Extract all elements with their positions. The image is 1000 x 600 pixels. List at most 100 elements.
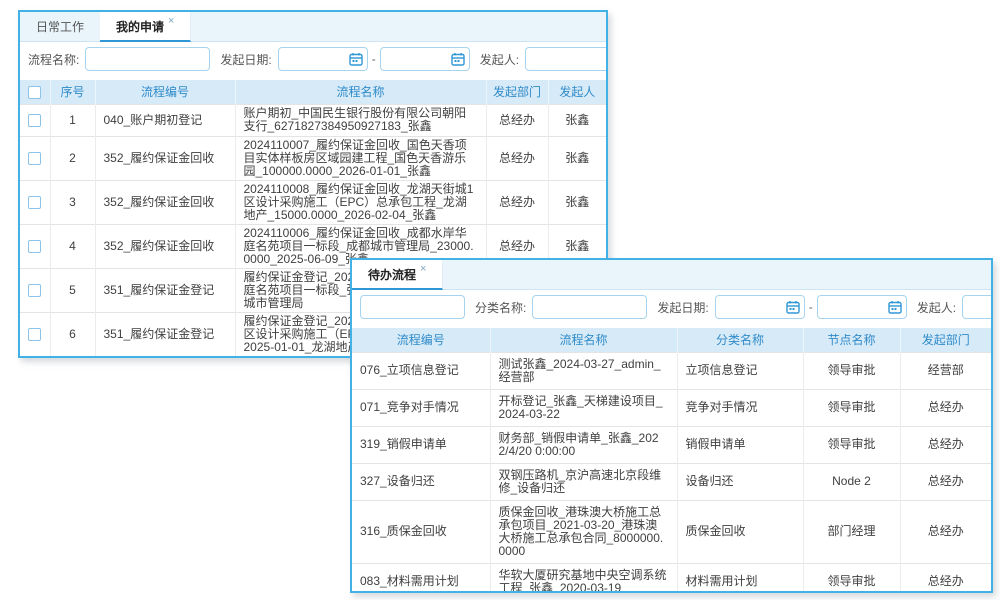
table-row[interactable]: 076_立项信息登记测试张鑫_2024-03-27_admin_经营部立项信息登… <box>352 352 991 389</box>
table-row[interactable]: 071_竞争对手情况开标登记_张鑫_天梯建设项目_2024-03-22竞争对手情… <box>352 389 991 426</box>
cell-node: Node 2 <box>803 463 900 500</box>
cell-seq: 5 <box>50 268 95 312</box>
table-row[interactable]: 316_质保金回收质保金回收_港珠澳大桥施工总承包项目_2021-03-20_港… <box>352 500 991 563</box>
cell-dept: 总经办 <box>486 180 548 224</box>
cell-dept: 总经办 <box>486 136 548 180</box>
initiator-label: 发起人: <box>480 51 519 68</box>
tab-daily-work-label: 日常工作 <box>36 18 84 35</box>
process-name-input[interactable] <box>85 47 210 71</box>
cell-code: 083_材料需用计划 <box>352 563 490 593</box>
panel1-tabbar: 日常工作 我的申请 × <box>20 12 606 42</box>
initiator-label: 发起人: <box>917 299 956 316</box>
column-header: 发起部门 <box>486 80 548 104</box>
cell-code: 327_设备归还 <box>352 463 490 500</box>
column-header: 分类名称 <box>677 328 803 352</box>
cell-code: 319_销假申请单 <box>352 426 490 463</box>
column-header: 发起部门 <box>900 328 991 352</box>
table-header-row: 序号流程编号流程名称发起部门发起人 <box>20 80 606 104</box>
cell-code: 351_履约保证金登记 <box>95 356 235 358</box>
column-header: 节点名称 <box>803 328 900 352</box>
panel2-tabbar: 待办流程 × <box>352 260 991 290</box>
close-icon[interactable]: × <box>168 15 174 27</box>
cell-name: 财务部_销假申请单_张鑫_2022/4/20 0:00:00 <box>490 426 677 463</box>
row-checkbox[interactable] <box>28 240 41 253</box>
cell-person: 张鑫 <box>548 104 606 136</box>
cell-code: 351_履约保证金登记 <box>95 312 235 356</box>
tab-my-applications-label: 我的申请 <box>116 18 164 35</box>
cell-category: 销假申请单 <box>677 426 803 463</box>
row-checkbox[interactable] <box>28 328 41 341</box>
column-header: 流程名称 <box>490 328 677 352</box>
tab-daily-work[interactable]: 日常工作 <box>20 12 100 41</box>
cell-node: 领导审批 <box>803 563 900 593</box>
cell-dept: 总经办 <box>900 500 991 563</box>
cell-seq: 3 <box>50 180 95 224</box>
row-checkbox[interactable] <box>28 152 41 165</box>
cell-node: 部门经理 <box>803 500 900 563</box>
cell-category: 立项信息登记 <box>677 352 803 389</box>
column-header: 流程名称 <box>235 80 486 104</box>
cell-seq: 6 <box>50 312 95 356</box>
cell-name: 账户期初_中国民生银行股份有限公司朝阳支行_627182738495092718… <box>235 104 486 136</box>
tab-my-applications[interactable]: 我的申请 × <box>100 12 191 42</box>
cell-person: 张鑫 <box>548 136 606 180</box>
cell-name: 2024110008_履约保证金回收_龙湖天街城1区设计采购施工（EPC）总承包… <box>235 180 486 224</box>
cell-category: 竞争对手情况 <box>677 389 803 426</box>
table-row[interactable]: 3352_履约保证金回收2024110008_履约保证金回收_龙湖天街城1区设计… <box>20 180 606 224</box>
cell-category: 设备归还 <box>677 463 803 500</box>
cell-dept: 总经办 <box>900 389 991 426</box>
row-checkbox[interactable] <box>28 284 41 297</box>
cell-code: 071_竞争对手情况 <box>352 389 490 426</box>
cell-node: 领导审批 <box>803 389 900 426</box>
cell-code: 352_履约保证金回收 <box>95 180 235 224</box>
todo-process-table: 流程编号流程名称分类名称节点名称发起部门076_立项信息登记测试张鑫_2024-… <box>352 328 991 593</box>
process-name-label: 流程名称: <box>28 51 79 68</box>
cell-name: 测试张鑫_2024-03-27_admin_经营部 <box>490 352 677 389</box>
select-all-checkbox[interactable] <box>28 86 41 99</box>
calendar-icon[interactable] <box>349 52 363 66</box>
calendar-icon[interactable] <box>888 300 902 314</box>
process-name-input[interactable] <box>360 295 465 319</box>
column-header: 发起人 <box>548 80 606 104</box>
table-row[interactable]: 327_设备归还双钢压路机_京沪高速北京段维修_设备归还设备归还Node 2总经… <box>352 463 991 500</box>
column-header: 流程编号 <box>95 80 235 104</box>
category-name-label: 分类名称: <box>475 299 526 316</box>
date-range-separator: - <box>809 300 813 314</box>
table-header-row: 流程编号流程名称分类名称节点名称发起部门 <box>352 328 991 352</box>
start-date-label: 发起日期: <box>220 51 271 68</box>
cell-node: 领导审批 <box>803 426 900 463</box>
cell-name: 华软大厦研究基地中央空调系统工程_张鑫_2020-03-19 <box>490 563 677 593</box>
cell-category: 材料需用计划 <box>677 563 803 593</box>
cell-name: 质保金回收_港珠澳大桥施工总承包项目_2021-03-20_港珠澳大桥施工总承包… <box>490 500 677 563</box>
cell-code: 316_质保金回收 <box>352 500 490 563</box>
table-row[interactable]: 319_销假申请单财务部_销假申请单_张鑫_2022/4/20 0:00:00销… <box>352 426 991 463</box>
cell-dept: 总经办 <box>900 426 991 463</box>
column-header: 序号 <box>50 80 95 104</box>
table-row[interactable]: 2352_履约保证金回收2024110007_履约保证金回收_国色天香项目实体样… <box>20 136 606 180</box>
cell-code: 352_履约保证金回收 <box>95 224 235 268</box>
initiator-input[interactable] <box>962 295 991 319</box>
cell-dept: 经营部 <box>900 352 991 389</box>
panel1-filter-bar: 流程名称: 发起日期: - 发起人: 待办人: <box>20 42 606 76</box>
cell-dept: 总经办 <box>900 463 991 500</box>
initiator-input[interactable] <box>525 47 606 71</box>
cell-code: 040_账户期初登记 <box>95 104 235 136</box>
cell-code: 351_履约保证金登记 <box>95 268 235 312</box>
cell-dept: 总经办 <box>900 563 991 593</box>
calendar-icon[interactable] <box>451 52 465 66</box>
cell-name: 2024110007_履约保证金回收_国色天香项目实体样板房区域园建工程_国色天… <box>235 136 486 180</box>
category-name-input[interactable] <box>532 295 647 319</box>
cell-category: 质保金回收 <box>677 500 803 563</box>
cell-code: 352_履约保证金回收 <box>95 136 235 180</box>
table-row[interactable]: 083_材料需用计划华软大厦研究基地中央空调系统工程_张鑫_2020-03-19… <box>352 563 991 593</box>
row-checkbox[interactable] <box>28 114 41 127</box>
start-date-label: 发起日期: <box>657 299 708 316</box>
todo-process-window: 待办流程 × 分类名称: 发起日期: - 发起人: 流程编号流程名称分类名称节点… <box>350 258 993 593</box>
calendar-icon[interactable] <box>786 300 800 314</box>
cell-seq: 2 <box>50 136 95 180</box>
row-checkbox[interactable] <box>28 196 41 209</box>
column-header: 流程编号 <box>352 328 490 352</box>
close-icon[interactable]: × <box>420 263 426 275</box>
tab-todo-process[interactable]: 待办流程 × <box>352 260 443 290</box>
table-row[interactable]: 1040_账户期初登记账户期初_中国民生银行股份有限公司朝阳支行_6271827… <box>20 104 606 136</box>
